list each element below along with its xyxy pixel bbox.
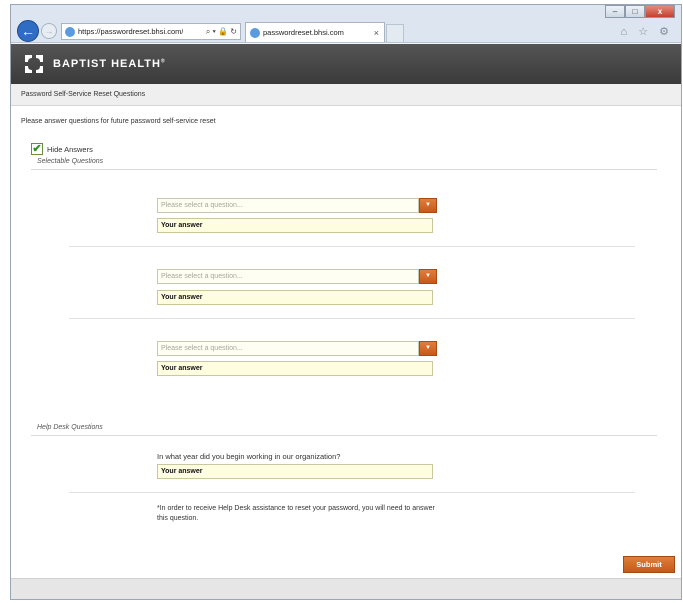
block-divider	[69, 492, 635, 493]
selectable-questions-label: Selectable Questions	[37, 158, 104, 165]
window-controls: – □ x	[605, 5, 675, 18]
page-title-bar: Password Self-Service Reset Questions	[11, 84, 681, 106]
page-content: BAPTIST HEALTH® Password Self-Service Re…	[11, 44, 681, 599]
tab-close-icon[interactable]: ×	[374, 28, 384, 38]
answer-input-2[interactable]: Your answer	[157, 290, 433, 305]
hide-answers-label: Hide Answers	[47, 144, 93, 154]
question-select-3-value[interactable]: Please select a question...	[157, 341, 419, 356]
answer-input-1[interactable]: Your answer	[157, 218, 433, 233]
forward-button[interactable]: →	[41, 23, 57, 39]
section-divider	[31, 169, 657, 170]
question-select-1[interactable]: Please select a question... ▼	[157, 198, 437, 213]
brand-trademark: ®	[160, 58, 166, 65]
dropdown-arrow-icon[interactable]: ▼	[419, 269, 437, 284]
site-banner: BAPTIST HEALTH®	[11, 44, 681, 84]
brand-name: BAPTIST HEALTH®	[53, 58, 166, 70]
help-desk-question: In what year did you begin working in ou…	[157, 452, 341, 461]
address-url: https://passwordreset.bhsi.com/	[78, 27, 184, 36]
question-select-3[interactable]: Please select a question... ▼	[157, 341, 437, 356]
tab-title: passwordreset.bhsi.com	[263, 28, 344, 37]
address-bar[interactable]: https://passwordreset.bhsi.com/ ⌕ ▾ 🔒 ↻	[61, 23, 241, 40]
address-search-lock-refresh-icons[interactable]: ⌕ ▾ 🔒 ↻	[206, 27, 240, 37]
page-title: Password Self-Service Reset Questions	[21, 91, 146, 98]
help-desk-questions-label: Help Desk Questions	[37, 424, 103, 431]
tab-favicon-icon	[250, 27, 260, 38]
dropdown-arrow-icon[interactable]: ▼	[419, 341, 437, 356]
back-button[interactable]: ←	[17, 20, 39, 42]
help-desk-note: *In order to receive Help Desk assistanc…	[157, 505, 435, 522]
baptist-health-logo-icon	[25, 55, 43, 73]
minimize-button[interactable]: –	[605, 5, 625, 18]
browser-window: – □ x ← → https://passwordreset.bhsi.com…	[10, 4, 682, 600]
question-select-2[interactable]: Please select a question... ▼	[157, 269, 437, 284]
block-divider	[69, 246, 635, 247]
question-select-2-value[interactable]: Please select a question...	[157, 269, 419, 284]
browser-chrome: – □ x ← → https://passwordreset.bhsi.com…	[11, 5, 681, 43]
help-desk-answer-input[interactable]: Your answer	[157, 464, 433, 479]
close-window-button[interactable]: x	[645, 5, 675, 18]
question-select-1-value[interactable]: Please select a question...	[157, 198, 419, 213]
hide-answers-checkbox[interactable]: ✔	[31, 143, 43, 155]
section-divider	[31, 435, 657, 436]
site-globe-icon	[65, 26, 75, 37]
dropdown-arrow-icon[interactable]: ▼	[419, 198, 437, 213]
answer-input-3[interactable]: Your answer	[157, 361, 433, 376]
instructions-text: Please answer questions for future passw…	[21, 118, 216, 125]
brand-name-text: BAPTIST HEALTH	[53, 58, 161, 70]
browser-tab[interactable]: passwordreset.bhsi.com ×	[245, 22, 385, 42]
hide-answers-row[interactable]: ✔ Hide Answers	[31, 143, 93, 155]
block-divider	[69, 318, 635, 319]
maximize-button[interactable]: □	[625, 5, 645, 18]
home-favorites-settings-icons[interactable]: ⌂ ☆ ⚙	[621, 25, 673, 38]
new-tab-button[interactable]	[386, 24, 404, 42]
submit-button[interactable]: Submit	[623, 556, 675, 573]
page-footer	[11, 578, 681, 599]
